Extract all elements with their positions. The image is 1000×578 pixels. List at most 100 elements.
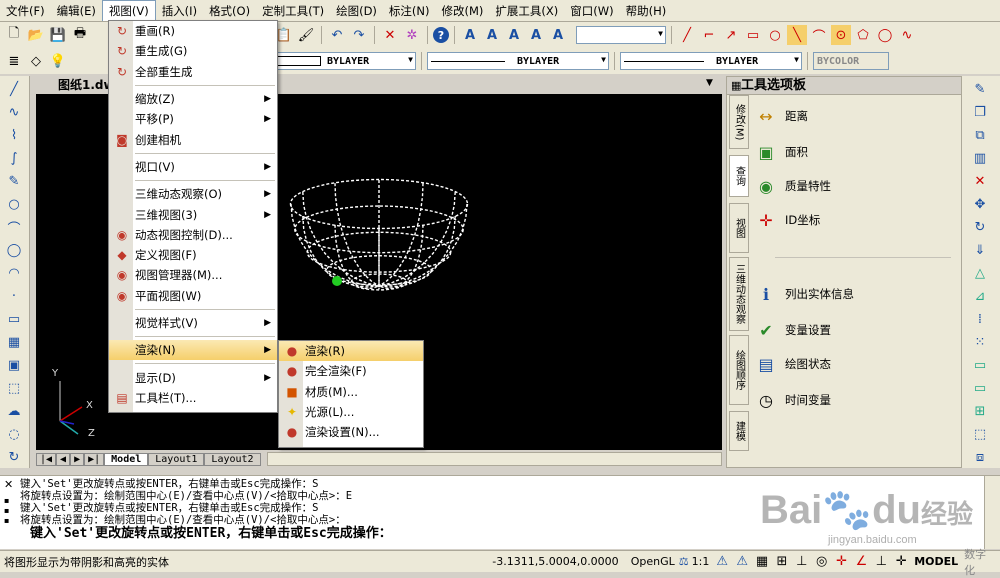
last-tab-icon[interactable]: ▶| [84,452,105,466]
scale-icon[interactable]: ⇓ [970,240,990,260]
palette-tool-7[interactable]: ◷ 时间变量 [753,387,831,413]
view_menu-item-3[interactable]: 缩放(Z) ▶ [109,89,277,109]
text-justify-icon[interactable]: A [526,25,546,45]
linetype-combo[interactable]: BYLAYER ▼ [427,52,609,70]
stretch-icon[interactable]: △ [970,263,990,283]
command-grip-icon[interactable]: ▪ ▪ ▪ [4,496,9,526]
plotstyle-combo[interactable]: BYCOLOR [813,52,889,70]
digitizer-toggle[interactable]: 数字化 [961,546,1000,578]
point-icon[interactable]: · [4,286,24,306]
view_menu-item-6[interactable]: 视口(V) ▶ [109,157,277,177]
text-scale-icon[interactable]: A [504,25,524,45]
arc-3p-icon[interactable]: ⌒ [809,25,829,45]
render_menu-item-1[interactable]: ● 完全渲染(F) [279,361,423,381]
view_menu-item-10[interactable]: ◆ 定义视图(F) [109,245,277,265]
menu-view[interactable]: 视图(V) [101,0,156,21]
arc-icon[interactable]: ⌒ [4,217,24,237]
menu-draw[interactable]: 绘图(D) [330,1,383,21]
ellipse-icon[interactable]: ◯ [4,240,24,260]
view_menu-item-1[interactable]: ↻ 重生成(G) [109,41,277,61]
line-icon[interactable]: ╱ [677,25,697,45]
next-tab-icon[interactable]: ▶ [70,452,85,466]
copy-icon[interactable]: ❐ [970,102,990,122]
view_menu-item-14[interactable]: 渲染(N) ▶ [109,340,277,361]
tab-layout2[interactable]: Layout2 [204,452,261,466]
annotation-scale-icon[interactable]: ⚖ [679,555,689,568]
render_menu-item-4[interactable]: ● 渲染设置(N)... [279,422,423,442]
horizontal-scrollbar[interactable] [266,452,722,466]
regen-icon[interactable]: ↻ [4,447,24,467]
menu-modify[interactable]: 修改(M) [436,1,490,21]
ortho-icon[interactable]: ⊥ [792,552,812,572]
otrack-icon[interactable]: ∠ [852,552,872,572]
command-close-icon[interactable]: ✕ [4,478,13,491]
palette-tool-2[interactable]: ◉ 质量特性 [753,173,831,199]
move-icon[interactable]: ✥ [970,194,990,214]
palette-tab-0[interactable]: 修改(M) [729,95,749,149]
view_menu-item-12[interactable]: ◉ 平面视图(W) [109,286,277,306]
polygon-icon[interactable]: ⬠ [853,25,873,45]
prev-tab-icon[interactable]: ◀ [56,452,71,466]
snap-icon[interactable]: ▦ [752,552,772,572]
palette-grip-icon[interactable]: ▦ [731,79,741,92]
erase-icon[interactable]: ✎ [970,79,990,99]
dynamic-input-icon[interactable]: ✛ [891,552,911,572]
menu-file[interactable]: 文件(F) [0,1,51,21]
break-icon[interactable]: ⁙ [970,332,990,352]
new-file-icon[interactable]: 🗋 [4,25,24,45]
auto-scale-icon[interactable]: ⚠ [732,552,752,572]
purge-icon[interactable]: ✲ [402,25,422,45]
palette-tool-6[interactable]: ▤ 绘图状态 [753,351,831,377]
polar-icon[interactable]: ◎ [812,552,832,572]
grid-icon[interactable]: ⊞ [772,552,792,572]
palette-tab-1[interactable]: 查询 [729,155,749,197]
xline-icon[interactable]: ↗ [721,25,741,45]
revcloud-icon[interactable]: ☁ [4,401,24,421]
view_menu-item-5[interactable]: ◙ 创建相机 [109,129,277,149]
tab-model[interactable]: Model [104,452,149,466]
menu-help[interactable]: 帮助(H) [620,1,673,21]
palette-tool-1[interactable]: ▣ 面积 [753,139,808,165]
model-space-toggle[interactable]: MODEL [911,555,961,568]
menu-insert[interactable]: 插入(I) [156,1,203,21]
palette-tool-0[interactable]: ↔ 距离 [753,103,808,129]
ellipse-icon[interactable]: ◯ [875,25,895,45]
light-bulb-icon[interactable]: 💡 [48,51,68,71]
osnap-icon[interactable]: ✛ [832,552,852,572]
explode-icon[interactable]: ⊞ [970,401,990,421]
wipeout-icon[interactable]: ⬚ [4,378,24,398]
arc-icon[interactable]: ╲ [787,25,807,45]
lineweight-toggle-icon[interactable]: ⊥ [871,552,891,572]
offset-icon[interactable]: ▥ [970,148,990,168]
palette-tool-3[interactable]: ✛ ID坐标 [753,207,820,233]
text-style-icon[interactable]: A [460,25,480,45]
tab-layout1[interactable]: Layout1 [148,452,205,466]
ellipse-arc-icon[interactable]: ◠ [4,263,24,283]
menu-express[interactable]: 扩展工具(X) [489,1,564,21]
redo-icon[interactable]: ↷ [349,25,369,45]
region-icon[interactable]: ▣ [4,355,24,375]
text-find-icon[interactable]: A [548,25,568,45]
fillet-icon[interactable]: ▭ [970,378,990,398]
view_menu-item-7[interactable]: 三维动态观察(O) ▶ [109,184,277,204]
rectangle-icon[interactable]: ▭ [4,309,24,329]
view_menu-item-0[interactable]: ↻ 重画(R) [109,21,277,41]
delete-icon[interactable]: ✕ [970,171,990,191]
view_menu-item-8[interactable]: 三维视图(3) ▶ [109,204,277,224]
text-edit-icon[interactable]: A [482,25,502,45]
menu-format[interactable]: 格式(O) [203,1,256,21]
trim-icon[interactable]: ⊿ [970,286,990,306]
xline-icon[interactable]: ⌇ [4,125,24,145]
circle-icon[interactable]: ○ [4,194,24,214]
join-icon[interactable]: ⧈ [970,447,990,467]
mirror-icon[interactable]: ⧉ [970,125,990,145]
extend-icon[interactable]: ⁞ [970,309,990,329]
view_menu-item-15[interactable]: 显示(D) ▶ [109,367,277,387]
document-tab[interactable]: 图纸1.dw [36,76,116,94]
view_menu-item-2[interactable]: ↻ 全部重生成 [109,62,277,82]
rotate-icon[interactable]: ↻ [970,217,990,237]
chamfer-icon[interactable]: ▭ [970,355,990,375]
view_menu-item-13[interactable]: 视觉样式(V) ▶ [109,313,277,333]
annotation-scale[interactable]: 1:1 [689,555,713,568]
menu-dimension[interactable]: 标注(N) [383,1,436,21]
